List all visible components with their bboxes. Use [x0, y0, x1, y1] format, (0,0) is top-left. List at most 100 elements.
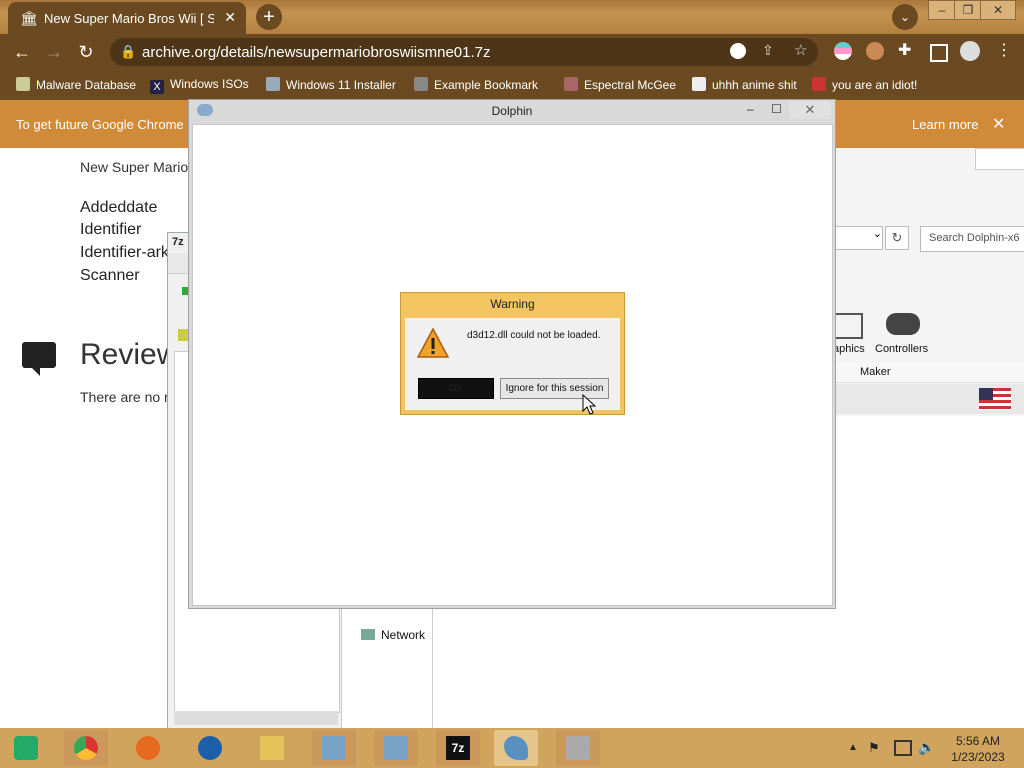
tab-title: New Super Mario Bros Wii [ SMN	[44, 11, 214, 26]
chevron-down-icon: ⌄	[872, 228, 882, 240]
warning-title: Warning	[490, 297, 535, 311]
minimize-button[interactable]: –	[928, 0, 956, 20]
horizontal-scrollbar[interactable]	[174, 711, 338, 725]
learn-more-link[interactable]: Learn more	[912, 117, 978, 132]
chrome-icon	[74, 736, 98, 760]
extension-flag-icon[interactable]	[834, 42, 852, 60]
menu-kebab-icon[interactable]: ⋮	[996, 40, 1012, 60]
network-icon	[361, 629, 375, 640]
browser-tab[interactable]: 🏛 New Super Mario Bros Wii [ SMN ✕	[8, 2, 246, 34]
firefox-icon	[136, 736, 160, 760]
restore-button[interactable]: ❐	[954, 0, 982, 20]
ok-button[interactable]: OK	[418, 378, 494, 399]
us-flag-icon	[979, 388, 1011, 410]
scroll-up-button[interactable]	[975, 148, 1024, 170]
meta-label-identifier-ark: Identifier-ark	[80, 244, 169, 261]
bookmark-espectral-mcgee[interactable]: Espectral McGee	[564, 77, 676, 92]
bookmark-favicon-icon	[16, 77, 30, 91]
back-arrow-icon[interactable]: ←	[12, 42, 32, 62]
share-icon[interactable]: ⇪	[762, 42, 774, 59]
tab-close-icon[interactable]: ✕	[224, 9, 236, 26]
reload-icon[interactable]: ↻	[76, 42, 96, 62]
infobar-close-icon[interactable]: ✕	[992, 114, 1005, 134]
tray-chevron-icon[interactable]: ▲	[848, 742, 858, 753]
bookmark-image-icon	[266, 77, 280, 91]
warning-icon	[417, 328, 449, 358]
graphics-monitor-icon[interactable]	[833, 313, 863, 339]
dolphin-title: Dolphin	[491, 104, 533, 118]
taskbar-app[interactable]	[556, 730, 600, 766]
speech-bubble-icon	[22, 342, 56, 376]
maker-column-header[interactable]: Maker	[860, 366, 891, 378]
sevenzip-icon: 7z	[446, 736, 470, 760]
refresh-icon[interactable]: ↻	[885, 226, 909, 250]
extract-icon[interactable]	[178, 329, 188, 341]
start-orb-icon	[14, 736, 38, 760]
taskbar-firefox[interactable]	[126, 730, 170, 766]
extension-avatar-icon[interactable]	[866, 42, 884, 60]
taskbar-chrome[interactable]	[64, 730, 108, 766]
extensions-puzzle-icon[interactable]: ✚	[898, 40, 911, 60]
taskbar-setup-1[interactable]	[312, 730, 356, 766]
path-dropdown[interactable]: ⌄	[835, 226, 883, 250]
taskbar-opera[interactable]	[188, 730, 232, 766]
taskbar-file-explorer[interactable]	[250, 730, 294, 766]
tab-search-chevron-icon[interactable]: ⌄	[892, 4, 918, 30]
new-tab-button[interactable]: +	[256, 4, 282, 30]
bookmark-star-icon[interactable]: ☆	[794, 41, 807, 59]
network-item[interactable]: Network	[361, 628, 425, 642]
installer-icon	[384, 736, 408, 760]
bookmark-favicon-icon	[414, 77, 428, 91]
taskbar-dolphin[interactable]	[494, 730, 538, 766]
taskbar-7zip[interactable]: 7z	[436, 730, 480, 766]
bookmark-windows-11-installer[interactable]: Windows 11 Installer	[266, 77, 396, 92]
bookmark-malware-database[interactable]: Malware Database	[16, 77, 136, 92]
no-reviews-text: There are no r	[80, 389, 169, 405]
taskbar-clock[interactable]: 5:56 AM 1/23/2023	[940, 733, 1016, 765]
infobar-message: To get future Google Chrome u	[16, 117, 195, 132]
controllers-label: Controllers	[875, 343, 929, 355]
bookmark-favicon-icon	[692, 77, 706, 91]
forward-arrow-icon[interactable]: →	[44, 42, 64, 62]
volume-icon[interactable]: 🔈	[918, 739, 935, 756]
bookmark-anime[interactable]: uhhh anime shit	[692, 77, 797, 92]
action-center-flag-icon[interactable]: ⚑	[868, 740, 880, 756]
graphics-label: aphics	[833, 343, 865, 355]
meta-label-addeddate: Addeddate	[80, 199, 158, 216]
explorer-window[interactable]	[341, 600, 433, 728]
sevenzip-logo: 7z	[172, 236, 184, 248]
bookmark-windows-isos[interactable]: X Windows ISOs	[150, 77, 249, 94]
dolphin-icon	[504, 736, 528, 760]
archive-favicon-icon: 🏛	[20, 10, 38, 26]
bookmark-you-are-an-idiot[interactable]: you are an idiot!	[812, 77, 917, 92]
clock-date: 1/23/2023	[951, 750, 1005, 764]
dolphin-maximize-button[interactable]: ☐	[771, 102, 782, 116]
bookmark-x-icon: X	[150, 80, 164, 94]
taskbar-setup-2[interactable]	[374, 730, 418, 766]
lock-icon: 🔒	[120, 44, 137, 59]
dolphin-minimize-button[interactable]: –	[747, 102, 754, 116]
bookmark-example[interactable]: Example Bookmark	[414, 77, 538, 92]
gamepad-icon[interactable]	[886, 313, 920, 335]
url-text: archive.org/details/newsupermariobroswii…	[142, 44, 491, 61]
installer-icon	[322, 736, 346, 760]
dolphin-close-button[interactable]: ✕	[789, 101, 831, 119]
reviews-heading: Review	[80, 338, 179, 371]
profile-avatar-icon[interactable]	[960, 41, 980, 61]
close-window-button[interactable]: ✕	[980, 0, 1016, 20]
window-icon	[566, 736, 590, 760]
warning-message: d3d12.dll could not be loaded.	[467, 330, 601, 341]
clock-time: 5:56 AM	[955, 734, 1001, 748]
side-panel-icon[interactable]	[930, 44, 948, 62]
meta-label-scanner: Scanner	[80, 267, 140, 284]
mouse-cursor-icon	[582, 394, 596, 415]
network-tray-icon[interactable]	[894, 740, 912, 756]
uk-flag-icon	[812, 77, 826, 91]
start-button[interactable]	[4, 730, 48, 766]
google-lens-icon[interactable]	[730, 43, 746, 59]
bookmark-favicon-icon	[564, 77, 578, 91]
folder-icon	[260, 736, 284, 760]
address-bar[interactable]: 🔒 archive.org/details/newsupermariobrosw…	[110, 38, 818, 66]
search-dolphin-input[interactable]: Search Dolphin-x6	[920, 226, 1024, 252]
meta-label-identifier: Identifier	[80, 221, 142, 238]
